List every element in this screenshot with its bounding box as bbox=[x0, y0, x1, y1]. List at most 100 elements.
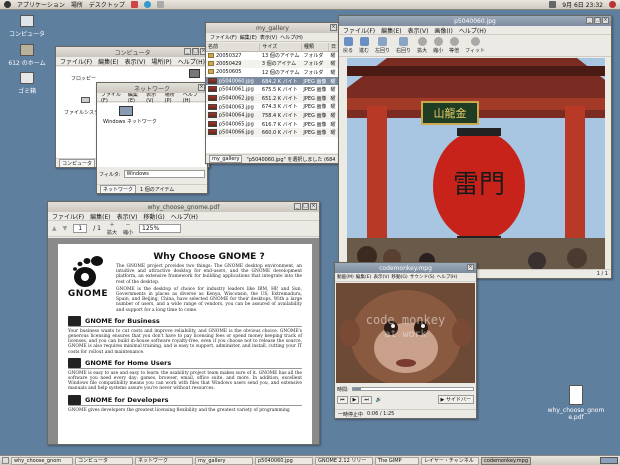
minimize-button[interactable]: _ bbox=[294, 203, 301, 210]
rotate-left-button[interactable]: 左回り bbox=[375, 37, 390, 54]
menu-view[interactable]: 表示(V) bbox=[373, 274, 389, 280]
table-row[interactable]: p5040064.jpg 758.4 K バイト JPEG 画像曜 bbox=[206, 111, 339, 120]
minimize-button[interactable]: _ bbox=[184, 48, 191, 55]
page-input[interactable]: 1 bbox=[73, 224, 88, 233]
menu-help[interactable]: ヘルプ(H) bbox=[437, 274, 458, 280]
table-row[interactable]: p5040061.jpg 675.5 K バイト JPEG 画像曜 bbox=[206, 85, 339, 94]
taskbar-item[interactable]: レイヤー・チャンネル bbox=[421, 456, 479, 465]
menu-file[interactable]: ファイル(F) bbox=[52, 212, 84, 221]
close-button[interactable]: × bbox=[330, 24, 337, 31]
menu-image[interactable]: 画像(I) bbox=[434, 26, 452, 35]
zoom-out-button[interactable]: 縮小 bbox=[433, 37, 443, 54]
window-titlebar[interactable]: codemonkey.mpg × bbox=[335, 263, 476, 273]
next-page-icon[interactable]: ▼ bbox=[63, 225, 68, 232]
forward-button[interactable]: 進む bbox=[359, 37, 369, 54]
close-button[interactable]: × bbox=[310, 203, 317, 210]
close-button[interactable]: × bbox=[602, 17, 609, 24]
desktop-icon-computer[interactable]: コンピュータ bbox=[4, 15, 50, 38]
table-row[interactable]: p5040065.jpg 616.7 K バイト JPEG 画像曜 bbox=[206, 120, 339, 129]
menu-help[interactable]: ヘルプ(H) bbox=[280, 34, 303, 41]
menu-edit[interactable]: 編集(E) bbox=[356, 274, 372, 280]
window-titlebar[interactable]: ネットワーク × bbox=[97, 83, 207, 93]
zoom-normal-button[interactable]: 等倍 bbox=[449, 37, 459, 54]
menu-places[interactable]: 場所 bbox=[71, 0, 83, 9]
table-row[interactable]: 20050605 12 個のアイテム フォルダ曜 bbox=[206, 68, 339, 77]
table-row[interactable]: 20050327 13 個のアイテム フォルダ曜 bbox=[206, 51, 339, 60]
menu-edit[interactable]: 編集(E) bbox=[98, 57, 118, 66]
menu-help[interactable]: ヘルプ(H) bbox=[171, 212, 198, 221]
logout-icon[interactable] bbox=[609, 1, 616, 8]
menu-movie[interactable]: 動画(M) bbox=[337, 274, 354, 280]
menu-sound[interactable]: サウンド(S) bbox=[410, 274, 435, 280]
maximize-button[interactable]: □ bbox=[302, 203, 309, 210]
prev-page-icon[interactable]: ▲ bbox=[52, 225, 57, 232]
table-row[interactable]: p5040062.jpg 651.2 K バイト JPEG 画像曜 bbox=[206, 93, 339, 103]
close-button[interactable]: × bbox=[198, 84, 205, 91]
window-titlebar[interactable]: p5040060.jpg _ □ × bbox=[339, 16, 611, 26]
menu-view[interactable]: 表示(V) bbox=[125, 57, 146, 66]
maximize-button[interactable]: □ bbox=[594, 17, 601, 24]
table-row[interactable]: p5040060.jpg 684.2 K バイト JPEG 画像曜 bbox=[206, 76, 339, 86]
close-button[interactable]: × bbox=[467, 264, 474, 271]
window-titlebar[interactable]: コンピュータ _ □ × bbox=[56, 47, 209, 57]
column-name[interactable]: 名前 bbox=[206, 43, 261, 52]
location-select[interactable]: コンピュータ bbox=[59, 158, 96, 167]
zoom-select[interactable]: 125% bbox=[139, 224, 182, 233]
window-titlebar[interactable]: my_gallery × bbox=[206, 23, 339, 33]
column-size[interactable]: サイズ bbox=[259, 43, 302, 52]
menu-view[interactable]: 表示(V) bbox=[117, 212, 138, 221]
taskbar-item[interactable]: コンピュータ bbox=[75, 456, 133, 465]
menu-view[interactable]: 表示(V) bbox=[260, 34, 277, 41]
clock[interactable]: 9月 6日 23:32 bbox=[562, 0, 603, 9]
windows-network-item[interactable]: Windows ネットワーク bbox=[103, 118, 157, 125]
menu-places[interactable]: 場所(P) bbox=[151, 57, 171, 66]
previous-button[interactable]: ⏮ bbox=[337, 395, 348, 404]
menu-file[interactable]: ファイル(F) bbox=[60, 57, 92, 66]
column-date[interactable]: 日 bbox=[328, 43, 339, 52]
desktop-icon-trash[interactable]: ゴミ箱 bbox=[4, 72, 50, 95]
launcher-icon[interactable] bbox=[143, 1, 151, 8]
workspace-switcher[interactable] bbox=[600, 457, 618, 464]
back-button[interactable]: 戻る bbox=[343, 37, 353, 54]
floppy-item[interactable]: フロッピー bbox=[71, 75, 96, 82]
menu-desktop[interactable]: デスクトップ bbox=[89, 0, 125, 9]
seek-slider[interactable] bbox=[351, 387, 474, 391]
taskbar-item[interactable]: The GIMP bbox=[375, 456, 419, 465]
maximize-button[interactable]: □ bbox=[192, 48, 199, 55]
volume-icon[interactable] bbox=[549, 1, 557, 8]
taskbar-item[interactable]: p5040060.jpg bbox=[255, 456, 313, 465]
menu-file[interactable]: ファイル(F) bbox=[210, 34, 237, 41]
menu-view[interactable]: 表示(V) bbox=[408, 26, 429, 35]
window-titlebar[interactable]: why_choose_gnome.pdf _ □ × bbox=[48, 202, 319, 212]
minimize-button[interactable]: _ bbox=[586, 17, 593, 24]
menu-edit[interactable]: 編集(E) bbox=[240, 34, 257, 41]
zoom-fit-button[interactable]: フィット bbox=[465, 37, 485, 54]
desktop-icon-pdf[interactable]: why_choose_gnome.pdf bbox=[546, 385, 606, 421]
play-button[interactable]: ▶ bbox=[349, 395, 360, 404]
filter-input[interactable]: Windows bbox=[123, 170, 205, 178]
launcher-icon[interactable] bbox=[156, 1, 164, 8]
menu-edit[interactable]: 編集(E) bbox=[90, 212, 110, 221]
menu-go[interactable]: 移動(G) bbox=[391, 274, 407, 280]
taskbar-item[interactable]: GNOME 2.12 リリー bbox=[315, 456, 373, 465]
menu-edit[interactable]: 編集(E) bbox=[381, 26, 401, 35]
location-select[interactable]: my_gallery bbox=[209, 155, 243, 163]
zoom-in-button[interactable]: 拡大 bbox=[417, 37, 427, 54]
column-type[interactable]: 種類 bbox=[301, 43, 329, 52]
taskbar-item[interactable]: my_gallery bbox=[195, 456, 253, 465]
launcher-icon[interactable] bbox=[130, 1, 138, 8]
zoom-out-button[interactable]: －縮小 bbox=[123, 221, 133, 236]
menu-file[interactable]: ファイル(F) bbox=[343, 26, 375, 35]
taskbar-item[interactable]: codemonkey.mpg bbox=[481, 456, 531, 465]
menu-help[interactable]: ヘルプ(H) bbox=[178, 57, 205, 66]
sidebar-button[interactable]: ▶ サイドバー bbox=[437, 395, 474, 404]
volume-icon[interactable]: 🔊 bbox=[374, 397, 384, 403]
taskbar-item[interactable]: ネットワーク bbox=[135, 456, 193, 465]
table-row[interactable]: p5040063.jpg 674.3 K バイト JPEG 画像曜 bbox=[206, 103, 339, 112]
rotate-right-button[interactable]: 右回り bbox=[396, 37, 411, 54]
table-row[interactable]: p5040066.jpg 660.0 K バイト JPEG 画像曜 bbox=[206, 128, 339, 137]
desktop-icon-home[interactable]: 612 のホーム bbox=[4, 44, 50, 67]
next-button[interactable]: ⏭ bbox=[361, 395, 372, 404]
location-select[interactable]: ネットワーク bbox=[100, 184, 137, 193]
taskbar-item[interactable]: why_choose_gnom bbox=[11, 456, 73, 465]
